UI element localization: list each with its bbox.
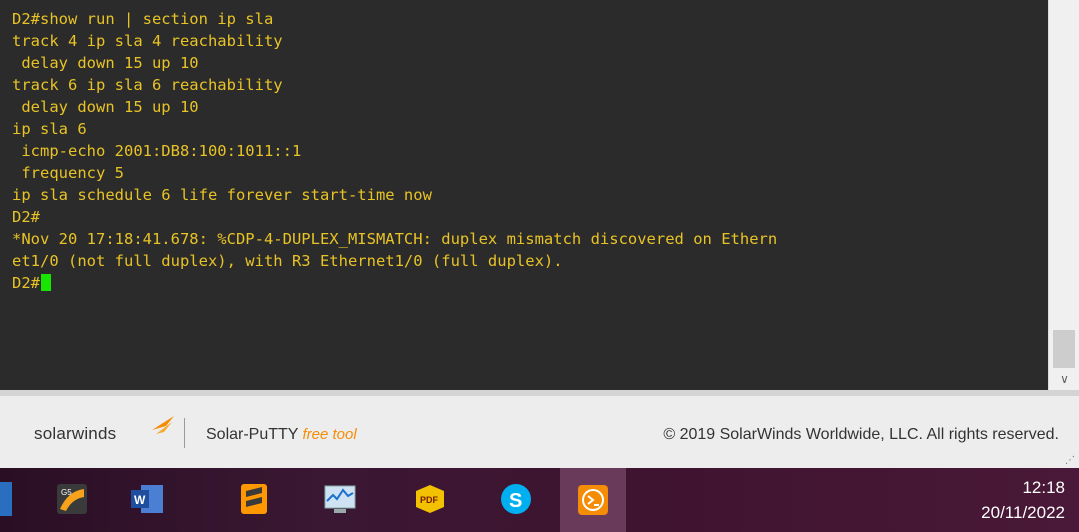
performance-monitor-icon[interactable] <box>318 477 362 521</box>
solar-putty-footer: solarwinds Solar-PuTTY free tool © 2019 S… <box>0 396 1079 468</box>
terminal-line: *Nov 20 17:18:41.678: %CDP-4-DUPLEX_MISM… <box>12 230 778 248</box>
terminal-window[interactable]: D2#show run | section ip sla track 4 ip … <box>0 0 1048 390</box>
product-name: Solar-PuTTY free tool <box>206 426 357 444</box>
terminal-output: D2#show run | section ip sla track 4 ip … <box>12 8 777 294</box>
solarwinds-logo[interactable]: solarwinds <box>34 424 116 444</box>
terminal-line: D2# <box>12 208 40 226</box>
clock-time: 12:18 <box>1022 478 1065 497</box>
terminal-line: icmp-echo 2001:DB8:100:1011::1 <box>12 142 302 160</box>
terminal-prompt-line[interactable]: D2# <box>12 272 777 294</box>
separator <box>184 418 185 448</box>
terminal-line: delay down 15 up 10 <box>12 98 199 116</box>
taskbar-edge <box>0 482 12 516</box>
svg-text:S: S <box>509 490 522 512</box>
terminal-line: track 6 ip sla 6 reachability <box>12 76 283 94</box>
vertical-scrollbar[interactable]: ∨ <box>1048 0 1079 390</box>
product-label: Solar-PuTTY <box>206 426 299 443</box>
clock-date: 20/11/2022 <box>981 503 1065 522</box>
windows-taskbar: G5 W PDF S 12:18 20/11/2022 <box>0 468 1079 532</box>
terminal-line: et1/0 (not full duplex), with R3 Etherne… <box>12 252 563 270</box>
scroll-thumb[interactable] <box>1053 330 1075 368</box>
resize-grip-icon[interactable]: ⋰ <box>1065 456 1075 466</box>
terminal-line: ip sla schedule 6 life forever start-tim… <box>12 186 432 204</box>
terminal-line: ip sla 6 <box>12 120 87 138</box>
prompt: D2# <box>12 274 40 292</box>
terminal-line: track 4 ip sla 4 reachability <box>12 32 283 50</box>
sublime-text-icon[interactable] <box>232 477 276 521</box>
pdf-reader-icon[interactable]: PDF <box>408 477 452 521</box>
skype-icon[interactable]: S <box>494 477 538 521</box>
solar-putty-icon[interactable] <box>560 468 626 532</box>
system-clock[interactable]: 12:18 20/11/2022 <box>981 476 1065 526</box>
terminal-line: frequency 5 <box>12 164 124 182</box>
svg-text:W: W <box>134 493 146 507</box>
free-tool-label[interactable]: free tool <box>302 426 356 443</box>
svg-text:G5: G5 <box>61 488 72 497</box>
cursor <box>41 274 51 291</box>
solarwinds-flame-icon <box>152 416 174 434</box>
copyright-text: © 2019 SolarWinds Worldwide, LLC. All ri… <box>663 426 1059 443</box>
scroll-down-arrow-icon[interactable]: ∨ <box>1049 370 1079 388</box>
terminal-line: delay down 15 up 10 <box>12 54 199 72</box>
gns3-icon[interactable]: G5 <box>50 477 94 521</box>
svg-text:PDF: PDF <box>420 495 439 505</box>
word-icon[interactable]: W <box>125 477 169 521</box>
terminal-line: D2#show run | section ip sla <box>12 10 274 28</box>
